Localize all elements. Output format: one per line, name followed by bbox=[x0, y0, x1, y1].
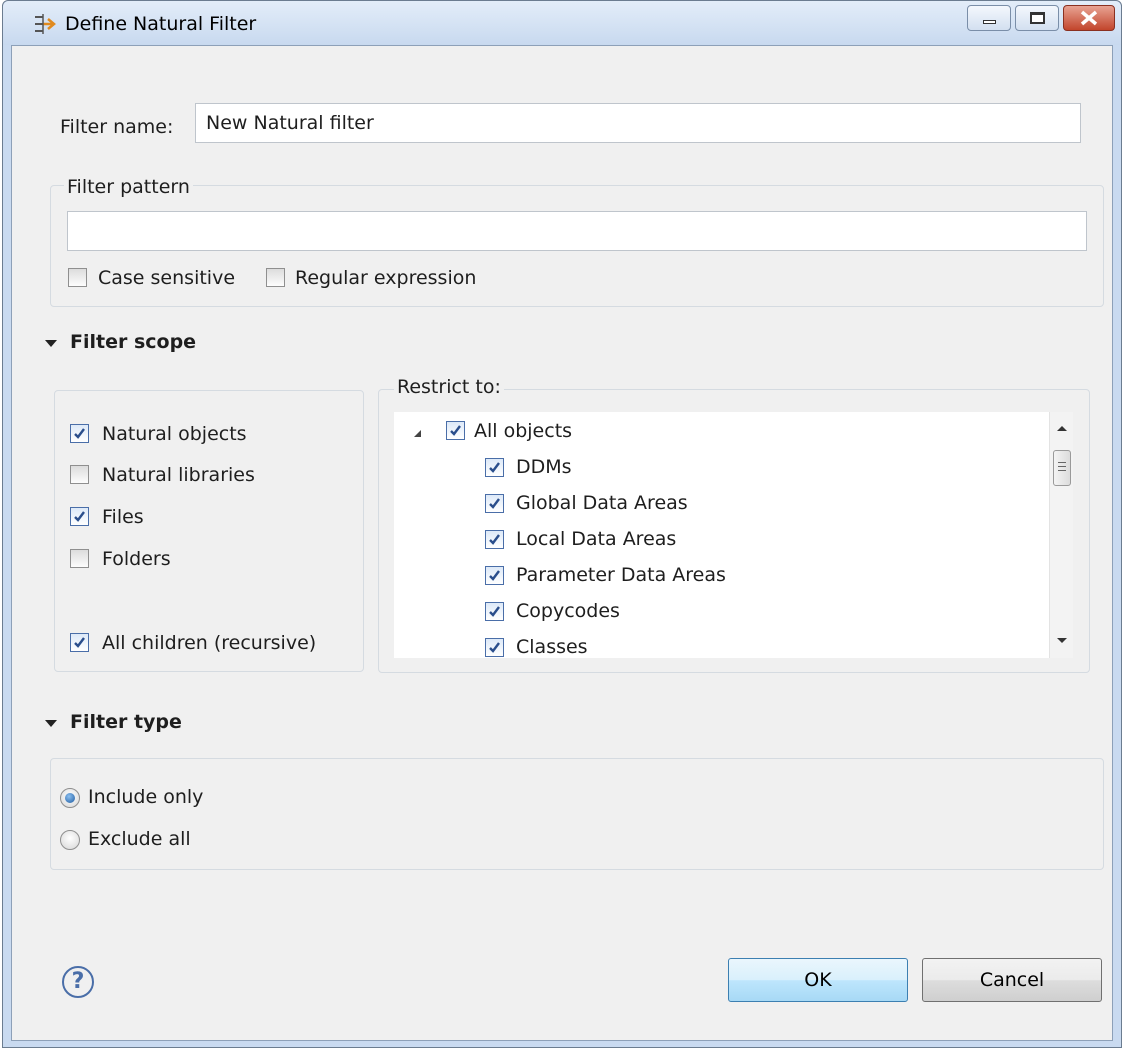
window-title: Define Natural Filter bbox=[65, 13, 257, 35]
filter-name-input[interactable] bbox=[195, 103, 1081, 143]
natural-objects-label: Natural objects bbox=[102, 423, 247, 445]
parameter-data-areas-checkbox[interactable] bbox=[485, 566, 504, 585]
minimize-button[interactable] bbox=[967, 5, 1011, 31]
tree-scrollbar[interactable] bbox=[1049, 412, 1073, 658]
exclude-all-radio[interactable] bbox=[60, 830, 80, 850]
local-data-areas-label: Local Data Areas bbox=[516, 528, 677, 550]
case-sensitive-checkbox[interactable] bbox=[68, 268, 87, 287]
all-objects-label: All objects bbox=[474, 420, 573, 442]
filter-name-label: Filter name: bbox=[60, 116, 174, 138]
close-button[interactable] bbox=[1063, 5, 1115, 31]
collapse-triangle-icon[interactable] bbox=[45, 340, 57, 347]
all-children-checkbox[interactable] bbox=[70, 633, 89, 652]
dialog-window: Define Natural Filter Filter name: Filte… bbox=[2, 0, 1122, 1048]
all-children-label: All children (recursive) bbox=[102, 632, 317, 654]
restrict-to-tree[interactable]: All objects DDMs Global Data Areas Local… bbox=[394, 412, 1073, 658]
maximize-button[interactable] bbox=[1015, 5, 1059, 31]
ddms-label: DDMs bbox=[516, 456, 572, 478]
folders-label: Folders bbox=[102, 548, 171, 570]
case-sensitive-label: Case sensitive bbox=[98, 267, 236, 289]
files-checkbox[interactable] bbox=[70, 507, 89, 526]
dialog-content: Filter name: Filter pattern Case sensiti… bbox=[11, 45, 1113, 1041]
scroll-down-icon[interactable] bbox=[1057, 638, 1067, 643]
filter-scope-heading[interactable]: Filter scope bbox=[70, 331, 196, 353]
parameter-data-areas-label: Parameter Data Areas bbox=[516, 564, 726, 586]
scroll-up-icon[interactable] bbox=[1057, 426, 1067, 431]
maximize-icon bbox=[1030, 12, 1045, 24]
close-icon bbox=[1080, 10, 1098, 26]
regular-expression-label: Regular expression bbox=[295, 267, 477, 289]
collapse-triangle-icon[interactable] bbox=[45, 720, 57, 727]
title-bar[interactable]: Define Natural Filter bbox=[3, 1, 1121, 45]
copycodes-checkbox[interactable] bbox=[485, 602, 504, 621]
filter-pattern-input[interactable] bbox=[67, 211, 1087, 251]
include-only-radio[interactable] bbox=[60, 788, 80, 808]
cancel-button[interactable]: Cancel bbox=[922, 958, 1102, 1002]
ok-button[interactable]: OK bbox=[728, 958, 908, 1002]
filter-type-group bbox=[50, 758, 1104, 870]
restrict-to-title: Restrict to: bbox=[394, 376, 504, 398]
all-objects-checkbox[interactable] bbox=[446, 421, 465, 440]
exclude-all-label: Exclude all bbox=[88, 828, 191, 850]
natural-objects-checkbox[interactable] bbox=[70, 424, 89, 443]
help-icon[interactable]: ? bbox=[62, 966, 94, 998]
ddms-checkbox[interactable] bbox=[485, 458, 504, 477]
regular-expression-checkbox[interactable] bbox=[266, 268, 285, 287]
local-data-areas-checkbox[interactable] bbox=[485, 530, 504, 549]
tree-expand-icon[interactable] bbox=[414, 430, 421, 437]
filter-icon bbox=[35, 14, 56, 34]
minimize-icon bbox=[983, 20, 996, 24]
filter-type-heading[interactable]: Filter type bbox=[70, 711, 182, 733]
classes-checkbox[interactable] bbox=[485, 638, 504, 657]
natural-libraries-label: Natural libraries bbox=[102, 464, 255, 486]
files-label: Files bbox=[102, 506, 144, 528]
natural-libraries-checkbox[interactable] bbox=[70, 465, 89, 484]
folders-checkbox[interactable] bbox=[70, 549, 89, 568]
copycodes-label: Copycodes bbox=[516, 600, 620, 622]
filter-pattern-title: Filter pattern bbox=[64, 176, 193, 198]
scrollbar-thumb[interactable] bbox=[1053, 450, 1071, 486]
classes-label: Classes bbox=[516, 636, 588, 658]
global-data-areas-checkbox[interactable] bbox=[485, 494, 504, 513]
include-only-label: Include only bbox=[88, 786, 204, 808]
global-data-areas-label: Global Data Areas bbox=[516, 492, 688, 514]
